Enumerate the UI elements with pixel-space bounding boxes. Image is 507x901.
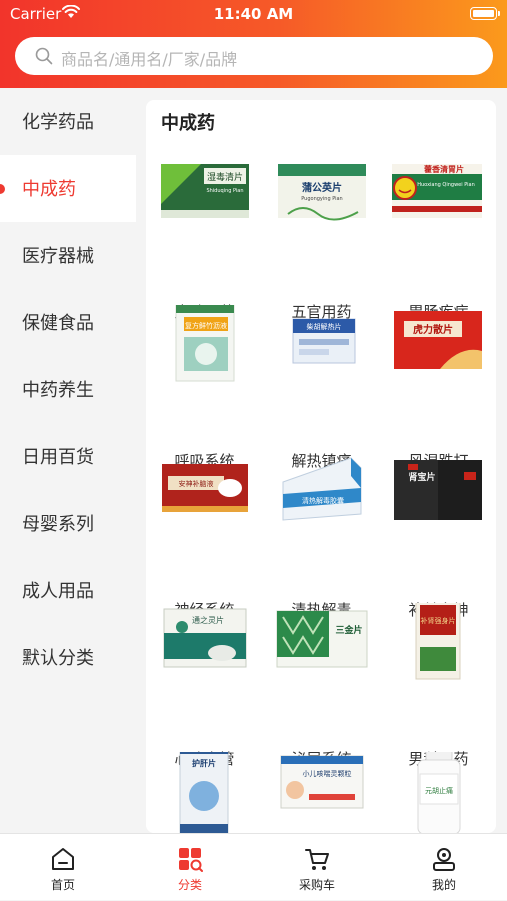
header: Carrier 11:40 AM 商品名/通用名/厂家/品牌 — [0, 0, 507, 88]
subcategory-item-nervous[interactable]: 安神补脑液 神经系统 — [146, 454, 263, 619]
subcategory-item-respiratory[interactable]: 复方鲜竹沥液 呼吸系统 — [146, 305, 263, 470]
subcategory-item-urinary[interactable]: 三金片 泌尿系统 — [263, 603, 380, 768]
search-icon — [35, 47, 53, 65]
tab-label: 我的 — [431, 878, 456, 892]
product-name: 藿香清胃片 — [424, 164, 464, 174]
active-indicator — [0, 184, 5, 194]
sidebar-item-adult-products[interactable]: 成人用品 — [0, 557, 136, 624]
product-name-en: Huoxiang Qingwei Pian — [417, 182, 475, 188]
subcategory-item-gastro[interactable]: 藿香清胃片 Huoxiang Qingwei Pian 胃肠疾病 — [380, 156, 496, 321]
tab-cart[interactable]: 采购车 — [254, 834, 380, 901]
product-name: 通之灵片 — [192, 615, 224, 625]
tab-label: 采购车 — [298, 878, 335, 892]
sidebar-item-tcm-wellness[interactable]: 中药养生 — [0, 356, 136, 423]
sidebar-item-health-food[interactable]: 保健食品 — [0, 289, 136, 356]
cart-icon — [305, 849, 329, 870]
qingre-jiedu-box-icon: 清热解毒胶囊 — [282, 457, 362, 521]
sidebar-item-label: 成人用品 — [22, 581, 94, 602]
sanjin-tablet-box-icon: 三金片 — [276, 610, 368, 668]
hugan-tablet-box-icon: 护肝片 — [179, 752, 229, 833]
sidebar-item-label: 医疗器械 — [22, 246, 94, 267]
children-granules-box-icon: 小儿咳喘灵颗粒 — [280, 755, 364, 809]
product-name: 虎力散片 — [413, 323, 453, 336]
tab-home[interactable]: 首页 — [0, 834, 126, 901]
sidebar-item-label: 保健食品 — [22, 313, 94, 334]
product-name: 小儿咳喘灵颗粒 — [303, 769, 352, 778]
subcategory-item-liver[interactable]: 护肝片 — [146, 752, 263, 833]
product-name: 柴胡解热片 — [307, 322, 342, 331]
sidebar-item-label: 化学药品 — [22, 112, 94, 133]
product-name: 蒲公英片 — [302, 181, 342, 194]
tab-category[interactable]: 分类 — [127, 834, 253, 901]
subcategory-item-antipyretic[interactable]: 柴胡解热片 解热镇痛 — [263, 305, 380, 470]
subcategory-item-bottle[interactable]: 元胡止痛 — [380, 752, 496, 833]
subcategory-item-rheumatism[interactable]: 虎力散片 风湿跌打 — [380, 305, 496, 470]
subcategory-item-ent[interactable]: 蒲公英片 Pugongying Pian 五官用药 — [263, 156, 380, 321]
tab-profile[interactable]: 我的 — [381, 834, 507, 901]
home-icon — [52, 848, 74, 870]
subcategory-item-cardio[interactable]: 通之灵片 心脑血管 — [146, 603, 263, 768]
andrology-capsule-box-icon: 补肾强身片 — [415, 603, 461, 680]
subcategory-item-andrology[interactable]: 补肾强身片 男科用药 — [380, 603, 496, 768]
sidebar-item-mother-baby[interactable]: 母婴系列 — [0, 490, 136, 557]
product-name: 元胡止痛 — [425, 786, 453, 795]
product-name: 湿毒清片 — [207, 171, 243, 183]
sidebar-item-label: 默认分类 — [22, 648, 94, 669]
pugongying-tablet-box-icon: 蒲公英片 Pugongying Pian — [278, 164, 366, 221]
tab-label: 分类 — [177, 878, 202, 892]
huoxiang-qingwei-tablet-box-icon: 藿香清胃片 Huoxiang Qingwei Pian — [392, 164, 482, 218]
category-icon — [179, 848, 203, 872]
respiratory-syrup-box-icon: 复方鲜竹沥液 — [175, 305, 235, 382]
sidebar-item-label: 母婴系列 — [22, 514, 94, 535]
subcategory-item-pediatric[interactable]: 小儿咳喘灵颗粒 — [263, 752, 380, 833]
battery-icon — [470, 7, 500, 20]
product-name: 补肾强身片 — [421, 616, 456, 625]
medicine-bottle-icon: 元胡止痛 — [417, 752, 461, 833]
antipyretic-box-icon: 柴胡解热片 — [292, 318, 356, 364]
subcategory-panel: 中成药 湿毒清片 Shiduqing Pian 皮肤用药 蒲公英片 Pugong… — [146, 100, 496, 833]
huli-sanpian-box-icon: 虎力散片 — [394, 311, 482, 369]
sidebar-item-label: 日用百货 — [22, 447, 94, 468]
sidebar-item-chemical-drugs[interactable]: 化学药品 — [0, 88, 136, 155]
profile-icon — [433, 848, 455, 871]
product-name: 安神补脑液 — [179, 479, 214, 488]
sidebar-item-default-category[interactable]: 默认分类 — [0, 624, 136, 691]
product-name: 肾宝片 — [408, 471, 435, 483]
product-name: 三金片 — [335, 624, 362, 636]
sidebar-item-daily-goods[interactable]: 日用百货 — [0, 423, 136, 490]
bottom-tab-bar: 首页 分类 采购车 我的 — [0, 833, 507, 900]
tab-label: 首页 — [50, 878, 75, 892]
product-name-en: Shiduqing Pian — [206, 188, 243, 194]
sidebar-item-chinese-patent-medicine[interactable]: 中成药 — [0, 155, 136, 222]
shiduqing-tablet-box-icon: 湿毒清片 Shiduqing Pian — [161, 164, 249, 218]
status-time: 11:40 AM — [213, 5, 294, 23]
product-name-en: Pugongying Pian — [301, 196, 342, 202]
panel-title: 中成药 — [161, 113, 215, 134]
category-sidebar: 化学药品 中成药 医疗器械 保健食品 中药养生 日用百货 母婴系列 成人用品 默… — [0, 88, 136, 833]
product-name: 清热解毒胶囊 — [302, 496, 344, 505]
shenbao-tablet-box-icon: 肾宝片 — [394, 460, 482, 520]
subcategory-item-tonic[interactable]: 肾宝片 补益安神 — [380, 454, 496, 619]
product-name: 复方鲜竹沥液 — [185, 321, 227, 330]
sidebar-item-medical-devices[interactable]: 医疗器械 — [0, 222, 136, 289]
product-name: 护肝片 — [192, 758, 216, 768]
search-placeholder[interactable]: 商品名/通用名/厂家/品牌 — [61, 46, 237, 70]
subcategory-item-detox[interactable]: 清热解毒胶囊 清热解毒 — [263, 454, 380, 619]
status-bar: Carrier 11:40 AM — [0, 0, 507, 28]
subcategory-item-skin[interactable]: 湿毒清片 Shiduqing Pian 皮肤用药 — [146, 156, 263, 321]
sidebar-item-label: 中成药 — [22, 179, 76, 200]
sidebar-item-label: 中药养生 — [22, 380, 94, 401]
search-bar[interactable]: 商品名/通用名/厂家/品牌 — [15, 37, 493, 75]
cardio-tablet-box-icon: 通之灵片 — [163, 608, 247, 668]
nervous-medicine-box-icon: 安神补脑液 — [162, 464, 248, 512]
